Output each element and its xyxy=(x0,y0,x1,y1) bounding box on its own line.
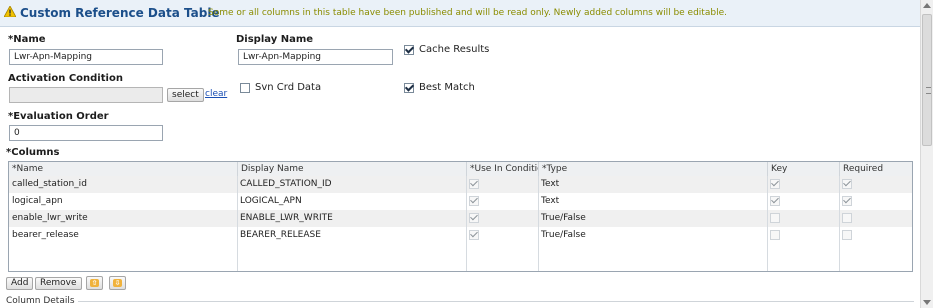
cell-display-name: ENABLE_LWR_WRITE xyxy=(240,213,333,223)
add-button[interactable]: Add xyxy=(6,277,34,290)
table-row[interactable]: called_station_id CALLED_STATION_ID Text xyxy=(9,176,912,193)
table-row[interactable]: bearer_release BEARER_RELEASE True/False xyxy=(9,227,912,244)
read-only-notice: Some or all columns in this table have b… xyxy=(208,8,727,18)
activation-condition-label: Activation Condition xyxy=(8,73,123,84)
evaluation-order-input[interactable]: 0 xyxy=(9,125,163,141)
column-divider xyxy=(538,176,539,271)
key-checkbox xyxy=(770,196,780,206)
key-checkbox xyxy=(770,213,780,223)
cell-type: True/False xyxy=(541,230,586,240)
scroll-down-icon[interactable] xyxy=(923,300,931,305)
warning-icon xyxy=(4,6,16,17)
cell-name: called_station_id xyxy=(12,179,87,189)
svn-crd-data-checkbox[interactable]: Svn Crd Data xyxy=(240,82,321,93)
display-name-label: Display Name xyxy=(236,34,314,45)
select-button[interactable]: select xyxy=(167,88,204,102)
svn-crd-data-label: Svn Crd Data xyxy=(255,82,322,93)
header-type[interactable]: *Type xyxy=(538,162,767,176)
columns-table: *Name Display Name *Use In Conditio *Typ… xyxy=(8,161,913,272)
use-in-condition-checkbox xyxy=(469,230,479,240)
cache-results-checkbox[interactable]: Cache Results xyxy=(404,44,489,55)
activation-condition-input xyxy=(9,87,163,103)
cell-type: True/False xyxy=(541,213,586,223)
cache-results-label: Cache Results xyxy=(419,44,490,55)
name-label: *Name xyxy=(8,34,46,45)
remove-button[interactable]: Remove xyxy=(35,277,82,290)
column-divider xyxy=(767,176,768,271)
use-in-condition-checkbox xyxy=(469,179,479,189)
column-divider xyxy=(237,176,238,271)
arrow-up-icon: ⇧ xyxy=(90,279,99,287)
required-checkbox xyxy=(842,196,852,206)
cell-display-name: CALLED_STATION_ID xyxy=(240,179,332,189)
clear-link[interactable]: clear xyxy=(205,89,227,99)
cell-type: Text xyxy=(541,196,560,206)
required-checkbox xyxy=(842,230,852,240)
key-checkbox xyxy=(770,179,780,189)
header-required[interactable]: Required xyxy=(839,162,912,176)
column-details-legend: Column Details xyxy=(6,296,75,306)
move-down-button[interactable]: ⇩ xyxy=(109,276,126,290)
column-divider xyxy=(839,176,840,271)
required-checkbox xyxy=(842,179,852,189)
table-header-row: *Name Display Name *Use In Conditio *Typ… xyxy=(9,162,912,177)
cell-name: enable_lwr_write xyxy=(12,213,88,223)
cache-results-check-icon xyxy=(404,44,414,55)
scroll-up-icon[interactable] xyxy=(923,3,931,8)
header-name[interactable]: *Name xyxy=(9,162,237,176)
best-match-label: Best Match xyxy=(419,82,475,93)
section-header: Custom Reference Data Table Some or all … xyxy=(0,0,920,27)
cell-display-name: BEARER_RELEASE xyxy=(240,230,321,240)
header-key[interactable]: Key xyxy=(767,162,839,176)
fieldset-divider xyxy=(78,301,914,302)
evaluation-order-label: *Evaluation Order xyxy=(8,111,109,122)
columns-label: *Columns xyxy=(6,147,60,158)
arrow-down-icon: ⇩ xyxy=(113,279,122,287)
key-checkbox xyxy=(770,230,780,240)
vertical-scrollbar[interactable] xyxy=(920,0,933,308)
move-up-button[interactable]: ⇧ xyxy=(86,276,103,290)
best-match-check-icon xyxy=(404,82,414,93)
page-title: Custom Reference Data Table xyxy=(20,6,220,20)
column-divider xyxy=(466,176,467,271)
svn-crd-data-box-icon xyxy=(240,82,250,93)
cell-name: logical_apn xyxy=(12,196,63,206)
header-use-in-condition[interactable]: *Use In Conditio xyxy=(466,162,538,176)
best-match-checkbox[interactable]: Best Match xyxy=(404,82,475,93)
table-row[interactable]: enable_lwr_write ENABLE_LWR_WRITE True/F… xyxy=(9,210,912,227)
use-in-condition-checkbox xyxy=(469,196,479,206)
header-display-name[interactable]: Display Name xyxy=(237,162,466,176)
required-checkbox xyxy=(842,213,852,223)
cell-display-name: LOGICAL_APN xyxy=(240,196,302,206)
table-row[interactable]: logical_apn LOGICAL_APN Text xyxy=(9,193,912,210)
name-input[interactable]: Lwr-Apn-Mapping xyxy=(9,49,163,65)
cell-name: bearer_release xyxy=(12,230,79,240)
scroll-thumb[interactable] xyxy=(922,14,932,146)
cell-type: Text xyxy=(541,179,560,189)
display-name-input[interactable]: Lwr-Apn-Mapping xyxy=(238,49,393,65)
use-in-condition-checkbox xyxy=(469,213,479,223)
